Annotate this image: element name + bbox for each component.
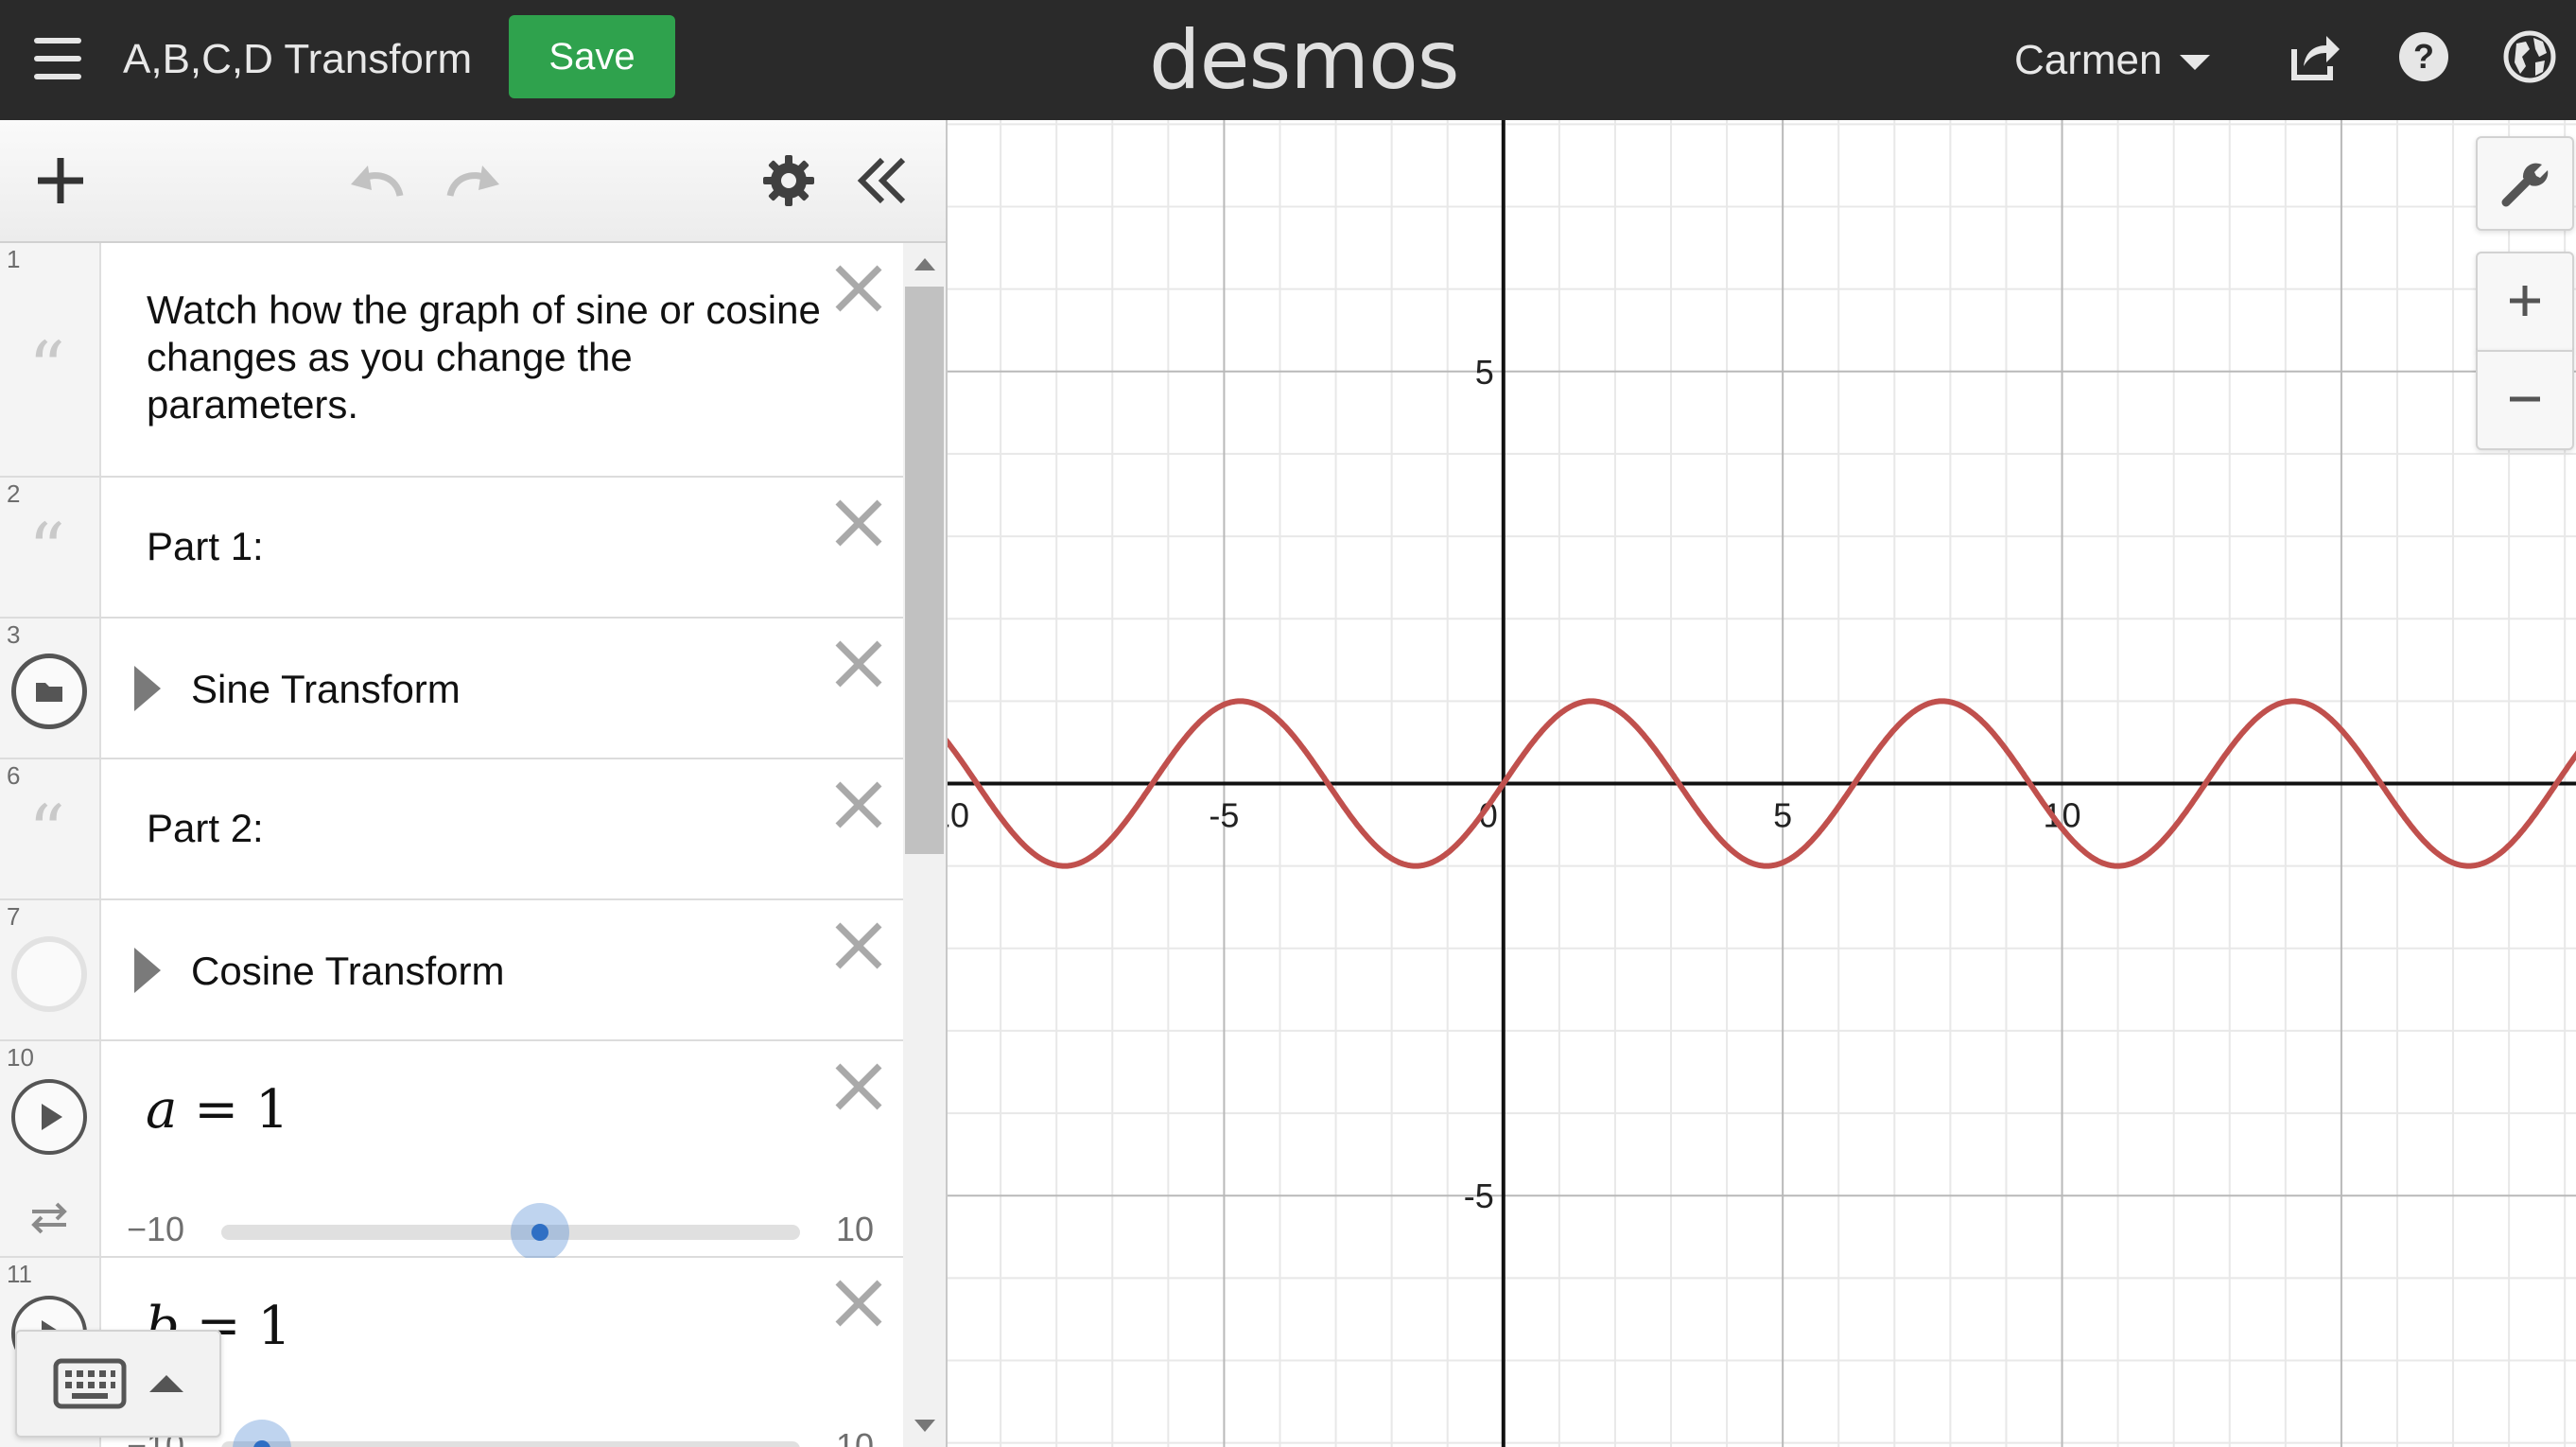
top-header-bar: A,B,C,D Transform Save desmos Carmen ? bbox=[0, 0, 2576, 120]
note-quote-icon: “ bbox=[28, 507, 65, 591]
folder-title[interactable]: Sine Transform bbox=[191, 666, 461, 713]
graph-canvas[interactable]: -10-505105-5 bbox=[948, 120, 2576, 1447]
delete-icon[interactable] bbox=[832, 1277, 885, 1330]
folder-icon[interactable] bbox=[11, 654, 87, 729]
folder-expand-icon[interactable] bbox=[134, 666, 161, 711]
row-number: 3 bbox=[7, 620, 21, 649]
row-number: 7 bbox=[7, 902, 21, 931]
user-account-menu[interactable]: Carmen bbox=[2014, 34, 2210, 87]
x-tick-label: 5 bbox=[1773, 796, 1792, 835]
zoom-in-icon bbox=[2510, 286, 2540, 316]
wrench-settings-icon bbox=[2501, 163, 2549, 207]
redo-icon[interactable] bbox=[441, 158, 505, 203]
expression-list-scrollbar[interactable] bbox=[903, 243, 946, 1447]
graph-paper[interactable]: -10-505105-5 bbox=[948, 120, 2576, 1447]
chevron-up-icon bbox=[149, 1375, 183, 1392]
add-expression-icon[interactable] bbox=[34, 154, 87, 207]
folder-expand-icon[interactable] bbox=[134, 948, 161, 993]
row-number: 1 bbox=[7, 245, 21, 273]
expression-row-folder[interactable]: 7 Cosine Transform bbox=[0, 900, 903, 1041]
delete-icon[interactable] bbox=[832, 1060, 885, 1113]
folder-title[interactable]: Cosine Transform bbox=[191, 948, 504, 995]
expression-row-note[interactable]: 1 “ Watch how the graph of sine or cosin… bbox=[0, 243, 903, 478]
help-icon[interactable]: ? bbox=[2395, 28, 2452, 85]
slider-thumb[interactable] bbox=[232, 1420, 291, 1447]
delete-icon[interactable] bbox=[832, 497, 885, 549]
hidden-circle-icon[interactable] bbox=[11, 936, 87, 1012]
graph-title[interactable]: A,B,C,D Transform bbox=[123, 34, 472, 85]
collapse-panel-icon[interactable] bbox=[856, 156, 909, 205]
expression-row-folder[interactable]: 3 Sine Transform bbox=[0, 619, 903, 759]
loop-icon[interactable] bbox=[26, 1198, 72, 1236]
expression-row-note[interactable]: 2 “ Part 1: bbox=[0, 478, 903, 619]
expression-toolbar bbox=[0, 120, 946, 243]
scroll-down-arrow[interactable] bbox=[914, 1420, 935, 1432]
expression-row-note[interactable]: 6 “ Part 2: bbox=[0, 759, 903, 900]
scroll-up-arrow[interactable] bbox=[914, 258, 935, 270]
keypad-toggle-button[interactable] bbox=[15, 1330, 221, 1438]
language-globe-icon[interactable] bbox=[2501, 28, 2558, 85]
menu-icon[interactable] bbox=[28, 36, 87, 83]
slider-value: 1 bbox=[257, 1296, 292, 1357]
x-tick-label: -5 bbox=[1209, 796, 1239, 835]
zoom-out-button[interactable] bbox=[2476, 350, 2574, 450]
slider-max-label[interactable]: 10 bbox=[836, 1210, 874, 1249]
x-tick-label: -10 bbox=[948, 796, 969, 835]
desmos-logo: desmos bbox=[1149, 13, 1460, 108]
zoom-out-icon bbox=[2510, 396, 2540, 402]
slider-thumb[interactable] bbox=[510, 1203, 569, 1262]
note-quote-icon: “ bbox=[28, 789, 65, 873]
slider-thumb-dot bbox=[252, 1440, 270, 1447]
user-name-label: Carmen bbox=[2014, 37, 2163, 83]
slider-value: 1 bbox=[254, 1079, 289, 1141]
note-text[interactable]: Part 1: bbox=[147, 523, 827, 570]
share-icon[interactable] bbox=[2287, 28, 2343, 85]
save-button[interactable]: Save bbox=[509, 15, 675, 98]
settings-gear-icon[interactable] bbox=[761, 153, 816, 208]
row-number: 6 bbox=[7, 761, 21, 790]
graph-settings-button[interactable] bbox=[2476, 136, 2574, 231]
expression-row-slider[interactable]: 10 a = 1 −10 10 bbox=[0, 1041, 903, 1262]
note-text[interactable]: Part 2: bbox=[147, 805, 827, 852]
delete-icon[interactable] bbox=[832, 919, 885, 972]
keyboard-icon bbox=[53, 1358, 127, 1409]
undo-icon[interactable] bbox=[345, 158, 409, 203]
chevron-down-icon bbox=[2179, 55, 2210, 71]
slider-min-label[interactable]: −10 bbox=[127, 1210, 184, 1249]
row-number: 10 bbox=[7, 1043, 34, 1072]
slider-thumb-dot bbox=[531, 1224, 548, 1241]
scrollbar-thumb[interactable] bbox=[905, 287, 944, 854]
y-tick-label: -5 bbox=[1464, 1177, 1494, 1215]
expression-list: 1 “ Watch how the graph of sine or cosin… bbox=[0, 243, 903, 1447]
play-animation-icon[interactable] bbox=[11, 1079, 87, 1155]
row-number: 2 bbox=[7, 479, 21, 508]
row-number: 11 bbox=[7, 1260, 32, 1288]
slider-track[interactable] bbox=[221, 1441, 800, 1447]
delete-icon[interactable] bbox=[832, 637, 885, 690]
delete-icon[interactable] bbox=[832, 262, 885, 315]
note-text[interactable]: Watch how the graph of sine or cosine ch… bbox=[147, 287, 827, 428]
y-tick-label: 5 bbox=[1475, 353, 1494, 392]
equals-sign: = bbox=[194, 1079, 239, 1141]
expression-panel: 1 “ Watch how the graph of sine or cosin… bbox=[0, 120, 948, 1447]
slider-max-label[interactable]: 10 bbox=[836, 1426, 874, 1447]
delete-icon[interactable] bbox=[832, 778, 885, 831]
zoom-in-button[interactable] bbox=[2476, 252, 2574, 352]
note-quote-icon: “ bbox=[28, 325, 65, 410]
svg-text:?: ? bbox=[2413, 37, 2434, 76]
slider-equation[interactable]: a = 1 bbox=[146, 1079, 289, 1141]
slider-variable: a bbox=[146, 1079, 178, 1141]
